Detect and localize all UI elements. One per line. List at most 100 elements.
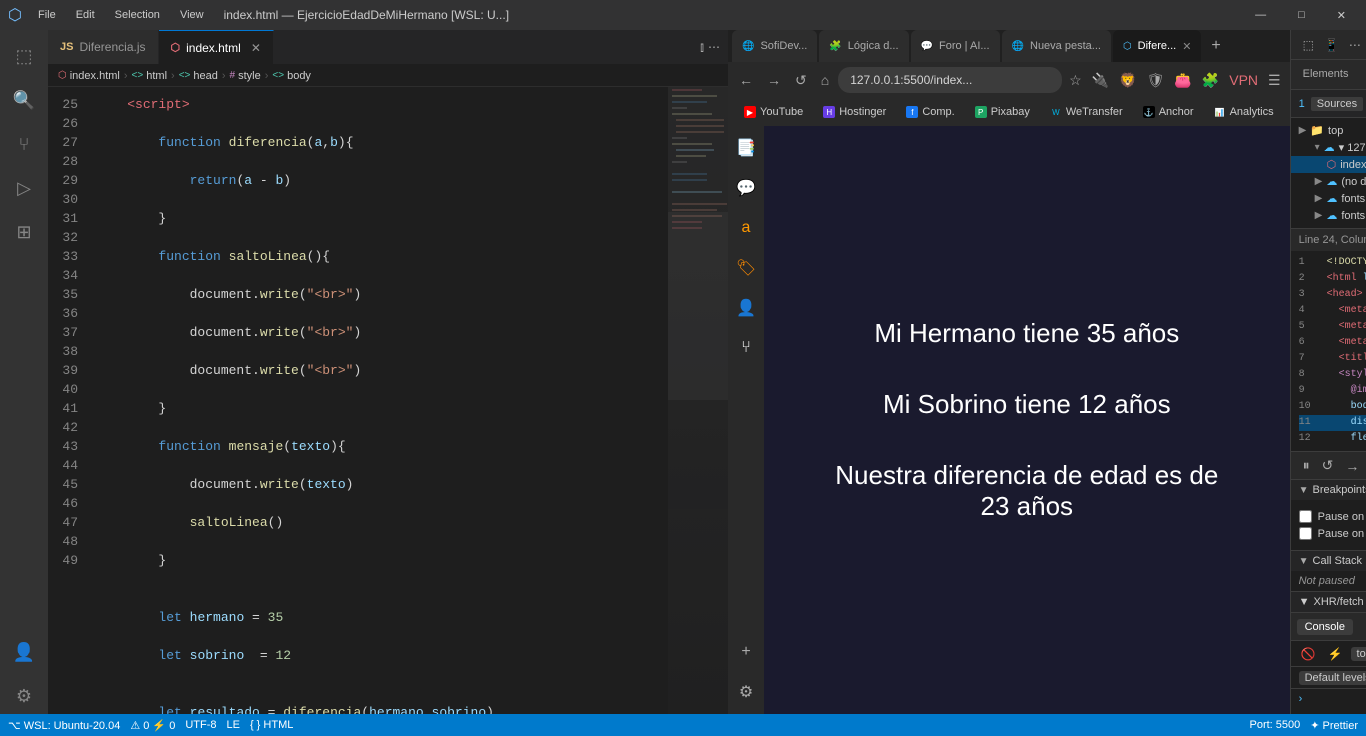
statusbar-wsl[interactable]: ⌥ WSL: Ubuntu-20.04 [8, 719, 120, 732]
sidebar-amazon-icon[interactable]: a [732, 214, 760, 242]
tab-diferencia-js[interactable]: JS Diferencia.js [48, 30, 159, 64]
bookmark-icon[interactable]: ☆ [1066, 69, 1085, 92]
maximize-btn[interactable]: □ [1286, 9, 1317, 22]
browser-tab-nueva[interactable]: 🌐 Nueva pesta... [1002, 30, 1111, 62]
tree-item-fonts-gst[interactable]: ▶ ☁ fonts.gsta... [1291, 207, 1366, 224]
bookmark-anchor[interactable]: ⚓ Anchor [1135, 104, 1202, 120]
console-clear-btn[interactable]: 🚫 [1297, 645, 1320, 663]
bookmark-youtube[interactable]: ▶ YouTube [736, 104, 811, 120]
refresh-btn[interactable]: ↺ [790, 68, 812, 93]
bookmark-wetransfer[interactable]: W WeTransfer [1042, 104, 1131, 120]
console-filter-btn[interactable]: ⚡ [1324, 645, 1347, 663]
activity-extensions[interactable]: ⊞ [6, 214, 42, 250]
default-levels-selector[interactable]: Default levels ▼ [1299, 671, 1366, 685]
devtools-more-btn[interactable]: ⋯ [1345, 36, 1365, 54]
more-actions-btn[interactable]: ⋯ [708, 40, 720, 54]
menu-view[interactable]: View [172, 9, 212, 21]
statusbar-prettier[interactable]: ✦ Prettier [1310, 719, 1358, 732]
extension-icon1[interactable]: 🔌 [1089, 69, 1112, 92]
statusbar-port[interactable]: Port: 5500 [1250, 719, 1301, 731]
console-prompt[interactable]: › [1299, 693, 1366, 705]
console-tab-btn-issues[interactable]: Issues [1357, 619, 1366, 635]
pause-uncaught-checkbox[interactable] [1299, 510, 1312, 523]
tab-label: Nueva pesta... [1030, 40, 1101, 52]
breakpoints-arrow: ▼ [1299, 485, 1309, 496]
active-tab-close[interactable]: ✕ [1182, 40, 1191, 53]
breadcrumb-style[interactable]: # style [230, 70, 261, 82]
pause-caught-row: Pause on caught exceptions [1299, 525, 1366, 542]
shield-icon[interactable]: 🛡 [1144, 69, 1168, 92]
puzzle-icon[interactable]: 🧩 [1199, 69, 1222, 92]
breadcrumb-html[interactable]: <> html [132, 70, 167, 82]
sidebar-bookmarks-icon[interactable]: 📑 [732, 134, 760, 162]
split-editor-btn[interactable]: ⫾ [700, 40, 704, 55]
tab-close-btn[interactable]: ✕ [251, 41, 261, 55]
youtube-favicon: ▶ [744, 106, 756, 118]
call-stack-header[interactable]: ▼ Call Stack [1291, 551, 1366, 571]
sidebar-profile-icon[interactable]: 👤 [732, 294, 760, 322]
debug-step-over-btn[interactable]: ↺ [1318, 455, 1338, 476]
menu-file[interactable]: File [30, 9, 64, 21]
activity-search[interactable]: 🔍 [6, 82, 42, 118]
breakpoints-header[interactable]: ▼ Breakpoints [1291, 480, 1366, 500]
bookmark-hostinger[interactable]: H Hostinger [815, 104, 894, 120]
devtools-tab-console[interactable]: Console [1360, 60, 1366, 89]
code-content[interactable]: <script> function diferencia(a,b){ retur… [88, 87, 668, 714]
menu-edit[interactable]: Edit [68, 9, 103, 21]
sidebar-add-icon[interactable]: + [732, 638, 760, 666]
statusbar-language[interactable]: { } HTML [250, 719, 293, 731]
statusbar-eol[interactable]: LE [226, 719, 239, 731]
sidebar-github-icon[interactable]: ⑂ [732, 334, 760, 362]
breadcrumb-head[interactable]: <> head [179, 70, 218, 82]
forward-btn[interactable]: → [762, 68, 786, 92]
browser-tab-logica[interactable]: 🧩 Lógica d... [819, 30, 908, 62]
address-bar[interactable] [838, 67, 1062, 93]
debug-pause-btn[interactable]: ⏸ [1299, 455, 1314, 476]
home-btn[interactable]: ⌂ [816, 68, 834, 92]
minimize-btn[interactable]: — [1243, 9, 1278, 22]
sidebar-whatsapp-icon[interactable]: 💬 [732, 174, 760, 202]
browser-tab-sofidev[interactable]: 🌐 SofiDev... [732, 30, 817, 62]
activity-debug[interactable]: ▷ [6, 170, 42, 206]
statusbar-errors[interactable]: ⚠ 0 ⚡ 0 [130, 719, 175, 732]
tree-item-top[interactable]: ▶ 📁 top [1291, 122, 1366, 139]
console-tab-btn-console[interactable]: Console [1297, 619, 1353, 635]
tab-index-html[interactable]: ⬡ index.html ✕ [159, 30, 274, 64]
bookmark-analytics[interactable]: 📊 Analytics [1206, 104, 1282, 120]
activity-settings[interactable]: ⚙ [6, 678, 42, 714]
debug-step-into-btn[interactable]: → [1341, 456, 1363, 476]
wallet-icon[interactable]: 👛 [1171, 69, 1194, 92]
tree-item-index[interactable]: ⬡ index.h... [1291, 156, 1366, 173]
activity-explorer[interactable]: ⬚ [6, 38, 42, 74]
bookmark-comp[interactable]: f Comp. [898, 104, 962, 120]
menu-selection[interactable]: Selection [107, 9, 168, 21]
breadcrumb-body[interactable]: <> body [272, 70, 311, 82]
console-content[interactable]: › [1291, 689, 1366, 714]
new-tab-btn[interactable]: + [1203, 30, 1228, 62]
activity-git[interactable]: ⑂ [6, 126, 42, 162]
devtools-device-btn[interactable]: 📱 [1320, 36, 1343, 54]
sidebar-settings-icon[interactable]: ⚙ [732, 678, 760, 706]
bookmark-pixabay[interactable]: P Pixabay [967, 104, 1038, 120]
browser-tab-foro[interactable]: 💬 Foro | AI... [911, 30, 1000, 62]
devtools-tab-elements[interactable]: Elements [1291, 60, 1361, 89]
xhr-section-header[interactable]: ▼ XHR/fetch Breakpoints [1291, 591, 1366, 612]
activity-account[interactable]: 👤 [6, 634, 42, 670]
tree-item-server[interactable]: ▾ ☁ ▾ 127.0.0.1:5... [1291, 139, 1366, 156]
tree-item-no-domain[interactable]: ▶ ☁ (no doma... [1291, 173, 1366, 190]
code-editor[interactable]: 2526272829 3031323334 3536373839 4041424… [48, 87, 728, 714]
top-context-selector[interactable]: top ▼ [1351, 647, 1366, 661]
close-btn[interactable]: ✕ [1325, 9, 1358, 22]
sidebar-tag-icon[interactable]: 🏷 [732, 254, 760, 282]
titlebar: ⬡ File Edit Selection View index.html — … [0, 0, 1366, 30]
tree-item-fonts-goo[interactable]: ▶ ☁ fonts.goo... [1291, 190, 1366, 207]
pause-caught-checkbox[interactable] [1299, 527, 1312, 540]
back-btn[interactable]: ← [734, 68, 758, 92]
breadcrumb-file[interactable]: ⬡ index.html [58, 70, 120, 82]
vpn-icon[interactable]: VPN [1226, 69, 1261, 91]
browser-tab-active[interactable]: ⬡ Difere... ✕ [1113, 30, 1201, 62]
statusbar-encoding[interactable]: UTF-8 [185, 719, 216, 731]
menu-icon[interactable]: ☰ [1265, 69, 1284, 92]
devtools-inspect-btn[interactable]: ⬚ [1299, 36, 1318, 54]
brave-icon[interactable]: 🦁 [1116, 69, 1139, 92]
